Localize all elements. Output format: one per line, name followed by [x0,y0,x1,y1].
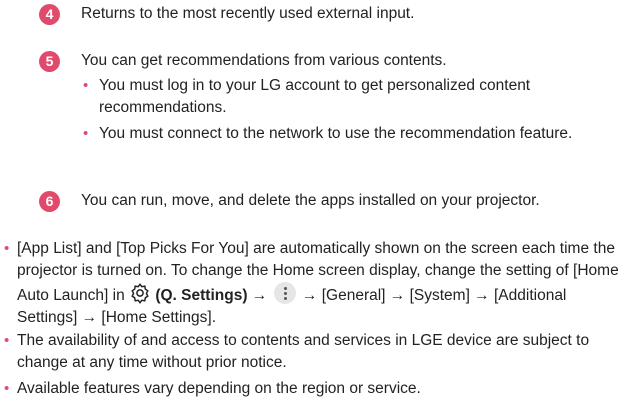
step-4-text: Returns to the most recently used extern… [81,5,415,22]
sub-2-text: You must connect to the network to use t… [99,125,573,142]
step-number-5: 5 [39,51,60,72]
note-1-text-c: → [247,287,272,304]
step-5-sub-2: • You must connect to the network to use… [81,123,624,145]
note-3-text: Available features vary depending on the… [17,380,421,397]
bullet-icon: • [4,332,10,349]
bullet-icon: • [83,77,89,94]
step-number-6: 6 [39,191,60,212]
step-5-block: You can get recommendations from various… [81,50,624,145]
note-2-text: The availability of and access to conten… [17,332,590,371]
bullet-icon: • [4,380,10,397]
note-1-text-bold: (Q. Settings) [155,287,248,304]
step-number-4: 4 [39,4,60,25]
bullet-icon: • [83,125,89,142]
sub-1-text: You must log in to your LG account to ge… [99,77,531,116]
step-6-text: You can run, move, and delete the apps i… [81,192,540,209]
note-1: • [App List] and [Top Picks For You] are… [0,238,630,329]
step-5-text: You can get recommendations from various… [81,52,447,69]
more-options-icon [273,282,296,304]
step-5-sub-1: • You must log in to your LG account to … [81,75,624,119]
note-2: • The availability of and access to cont… [0,330,630,374]
note-3: • Available features vary depending on t… [0,378,630,400]
bullet-icon: • [4,240,10,257]
settings-gear-icon [131,283,149,304]
